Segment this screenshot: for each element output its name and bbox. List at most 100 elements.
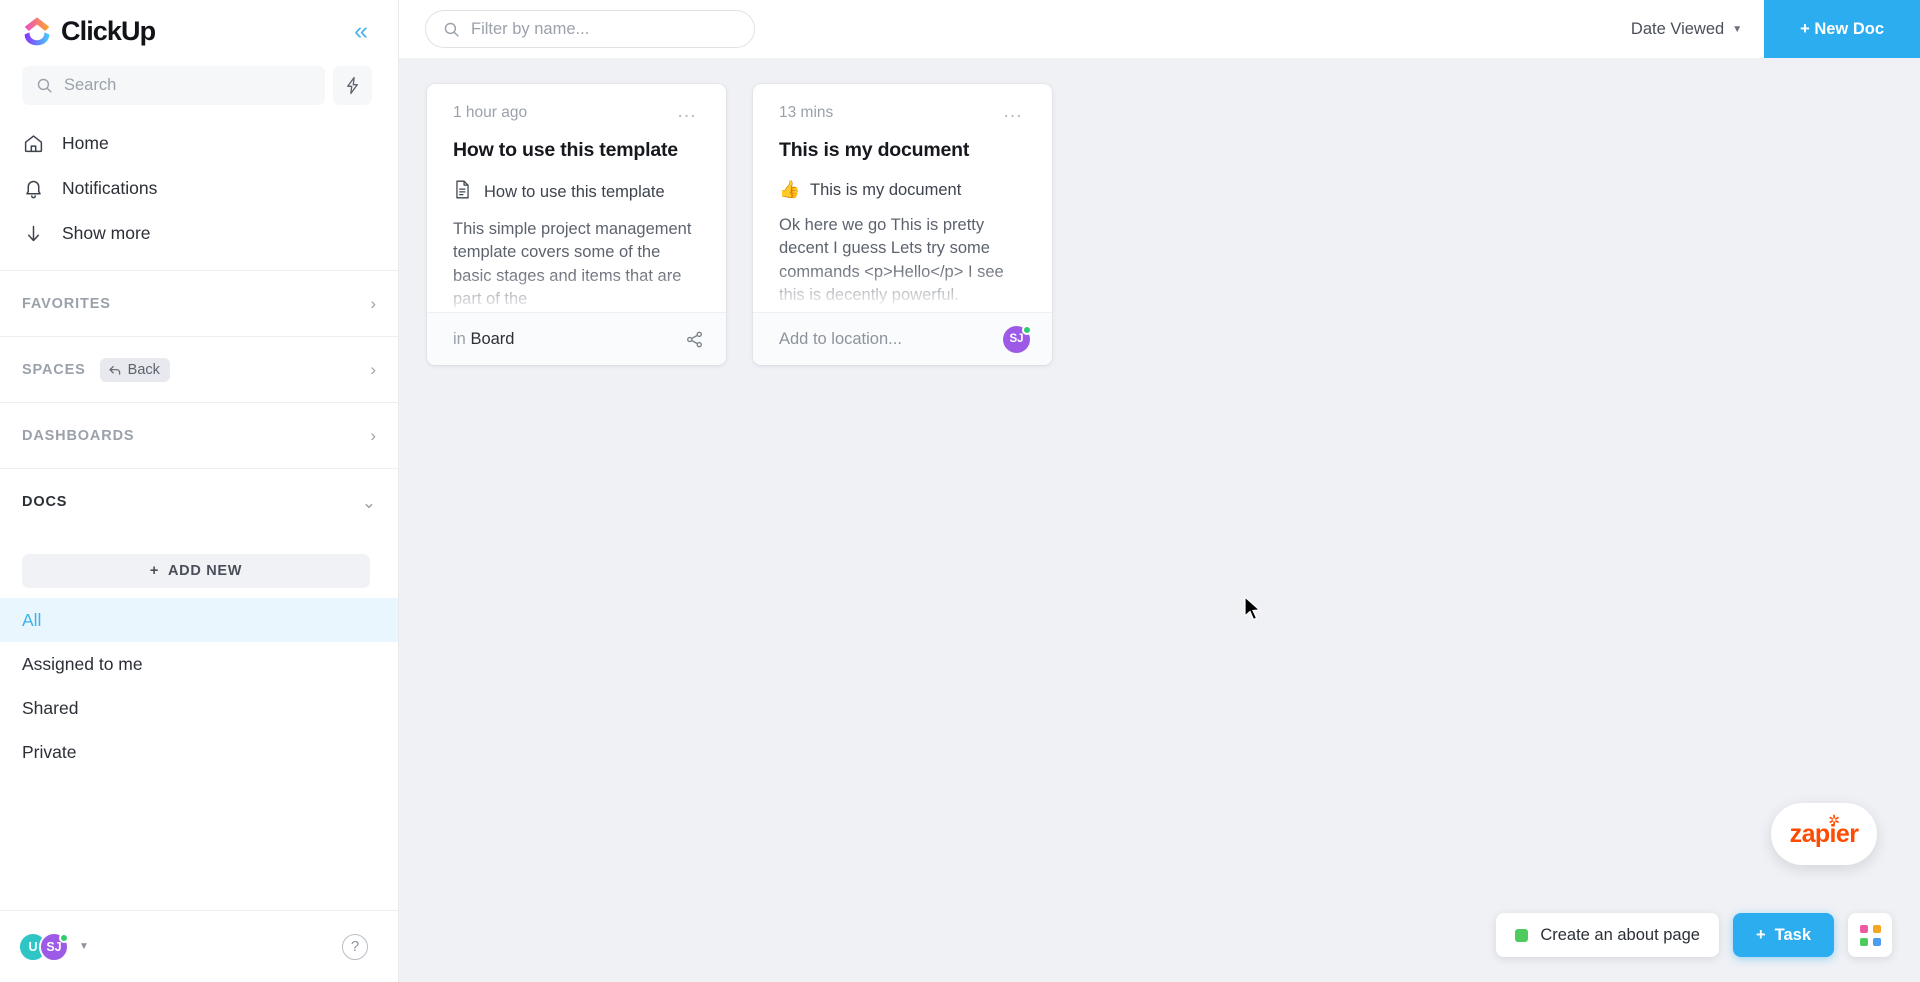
collapse-sidebar-button[interactable]: «: [350, 15, 372, 48]
doc-card-header: 13 mins …: [779, 101, 1027, 123]
sidebar-footer: U SJ ▼ ?: [0, 910, 398, 982]
back-button[interactable]: Back: [99, 357, 170, 382]
main-content: Filter by name... Date Viewed ▼ + New Do…: [399, 0, 1920, 982]
add-to-location-button[interactable]: Add to location...: [779, 330, 902, 349]
help-button[interactable]: ?: [342, 933, 368, 960]
search-icon: [37, 78, 52, 93]
chevron-down-icon[interactable]: ⌄: [362, 494, 376, 511]
doc-subpage-row[interactable]: How to use this template: [453, 180, 700, 204]
sidebar-section-favorites[interactable]: FAVORITES ›: [0, 271, 398, 337]
add-new-doc-button[interactable]: + ADD NEW: [22, 554, 370, 588]
sidebar-item-label: Notifications: [62, 178, 158, 198]
brand[interactable]: ClickUp: [22, 15, 156, 47]
doc-location-name: Board: [470, 329, 515, 348]
section-left: SPACES Back: [22, 357, 170, 382]
doc-card-footer: Add to location... SJ: [753, 312, 1052, 365]
doc-subpage-row[interactable]: 👍 This is my document: [779, 180, 1026, 200]
quick-action-button[interactable]: [333, 66, 372, 105]
document-icon: [453, 180, 471, 204]
home-icon: [22, 133, 44, 154]
doc-title: How to use this template: [453, 139, 678, 161]
bottom-dock: Create an about page + Task: [1496, 913, 1892, 957]
app-root: ClickUp « Search Home Notifications Show…: [0, 0, 1920, 982]
sidebar: ClickUp « Search Home Notifications Show…: [0, 0, 399, 982]
sidebar-item-all[interactable]: All: [0, 598, 398, 642]
search-placeholder: Search: [64, 76, 117, 94]
topbar: Filter by name... Date Viewed ▼ + New Do…: [399, 0, 1920, 58]
sidebar-nav: Home Notifications Show more: [0, 119, 398, 270]
user-avatars[interactable]: U SJ ▼: [18, 931, 89, 962]
sidebar-item-shared[interactable]: Shared: [0, 686, 398, 730]
sort-label: Date Viewed: [1630, 19, 1725, 38]
sidebar-section-spaces[interactable]: SPACES Back ›: [0, 337, 398, 403]
search-icon: [444, 22, 459, 37]
doc-filter-label: Private: [22, 741, 77, 762]
grid-dot-green: [1859, 937, 1868, 946]
sidebar-section-docs[interactable]: DOCS ⌄: [0, 469, 398, 535]
thumbs-up-emoji-icon: 👍: [779, 180, 801, 199]
doc-card-header: 1 hour ago …: [453, 101, 701, 123]
online-status-dot: [59, 932, 69, 943]
doc-timestamp: 1 hour ago: [453, 104, 528, 121]
doc-owner-avatar[interactable]: SJ: [1003, 324, 1032, 353]
doc-card[interactable]: 1 hour ago … How to use this template Ho…: [427, 84, 726, 365]
doc-subpage-label: How to use this template: [484, 182, 665, 201]
docs-board: 1 hour ago … How to use this template Ho…: [399, 58, 1920, 982]
new-task-button[interactable]: + Task: [1732, 913, 1834, 957]
doc-card-body: 13 mins … This is my document 👍 This is …: [753, 84, 1052, 312]
back-arrow-icon: [109, 365, 120, 375]
section-left: FAVORITES: [22, 296, 111, 312]
section-title: FAVORITES: [22, 295, 111, 312]
filter-by-name-input[interactable]: Filter by name...: [425, 10, 755, 48]
app-grid-button[interactable]: [1848, 913, 1892, 957]
doc-location[interactable]: in Board: [453, 330, 514, 349]
doc-location-prefix: in: [453, 329, 466, 348]
caret-down-icon: ▼: [1732, 23, 1743, 35]
section-left: DOCS: [22, 494, 67, 510]
section-title: SPACES: [22, 361, 86, 378]
caret-down-icon[interactable]: ▼: [79, 941, 89, 952]
doc-card[interactable]: 13 mins … This is my document 👍 This is …: [753, 84, 1052, 365]
sidebar-item-notifications[interactable]: Notifications: [0, 166, 398, 211]
sidebar-search-row: Search: [0, 62, 398, 119]
share-icon[interactable]: [685, 330, 704, 349]
task-label: Task: [1774, 925, 1811, 944]
more-options-icon[interactable]: …: [667, 101, 701, 123]
sort-dropdown[interactable]: Date Viewed ▼: [1609, 0, 1764, 58]
chevron-right-icon[interactable]: ›: [370, 427, 376, 444]
zapier-label: zapier: [1789, 819, 1859, 848]
grid-dot-pink: [1859, 924, 1868, 933]
grid-dot-orange: [1872, 924, 1881, 933]
avatar-sj[interactable]: SJ: [39, 931, 69, 962]
section-title: DASHBOARDS: [22, 427, 135, 444]
more-options-icon[interactable]: …: [993, 101, 1027, 123]
chevron-right-icon[interactable]: ›: [370, 295, 376, 312]
avatar-initials: SJ: [46, 939, 62, 954]
green-square-icon: [1515, 928, 1529, 942]
doc-title: This is my document: [779, 139, 970, 161]
search-input[interactable]: Search: [22, 66, 325, 105]
doc-subpage-label: This is my document: [810, 180, 962, 199]
chevron-right-icon[interactable]: ›: [370, 361, 376, 378]
new-doc-label: + New Doc: [1800, 19, 1884, 38]
lightning-bolt-icon: [347, 76, 358, 95]
grid-dot-blue: [1872, 937, 1881, 946]
doc-filter-label: Shared: [22, 697, 79, 718]
plus-icon: +: [1755, 925, 1766, 944]
bell-icon: [22, 178, 44, 199]
plus-icon: +: [149, 563, 159, 579]
sidebar-item-assigned-to-me[interactable]: Assigned to me: [0, 642, 398, 686]
brand-name: ClickUp: [61, 15, 156, 46]
sidebar-section-dashboards[interactable]: DASHBOARDS ›: [0, 403, 398, 469]
new-doc-button[interactable]: + New Doc: [1764, 0, 1920, 58]
doc-preview-text: This simple project management template …: [453, 220, 692, 309]
sidebar-item-label: Home: [62, 133, 109, 153]
sidebar-item-home[interactable]: Home: [0, 121, 398, 166]
sidebar-item-show-more[interactable]: Show more: [0, 211, 398, 256]
sidebar-item-label: Show more: [62, 223, 151, 243]
create-about-page-button[interactable]: Create an about page: [1496, 913, 1719, 957]
sidebar-item-private[interactable]: Private: [0, 730, 398, 774]
avatar-initials: SJ: [1009, 333, 1024, 345]
zapier-widget-button[interactable]: zapier ✲: [1771, 803, 1877, 865]
help-label: ?: [350, 938, 360, 955]
